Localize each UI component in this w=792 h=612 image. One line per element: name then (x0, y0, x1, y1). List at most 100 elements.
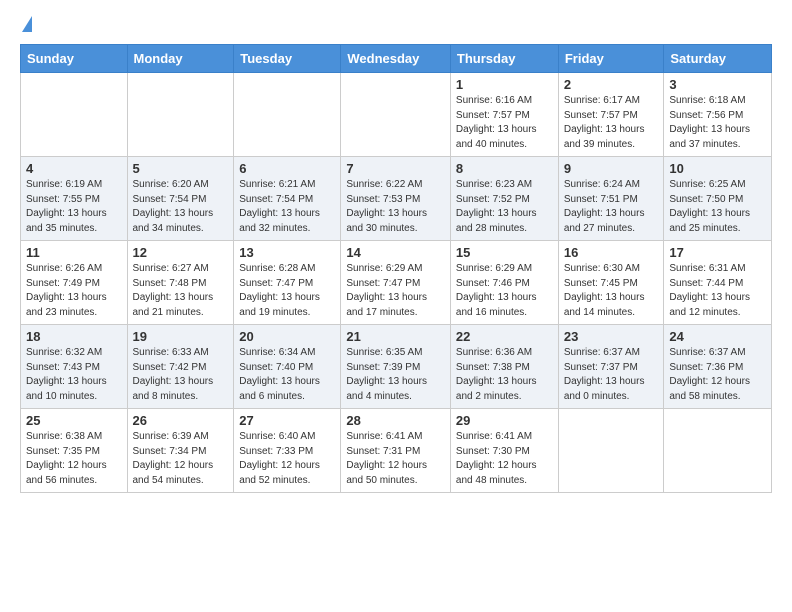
calendar-cell: 25Sunrise: 6:38 AM Sunset: 7:35 PM Dayli… (21, 409, 128, 493)
day-number: 10 (669, 161, 766, 176)
calendar-cell: 23 Sunrise: 6:37 AM Sunset: 7:37 PM Dayli… (558, 325, 664, 409)
day-info: Sunrise: 6:40 AM Sunset: 7:33 PM Dayligh… (239, 430, 335, 488)
calendar-table: SundayMondayTuesdayWednesdayThursdayFrid… (20, 44, 772, 493)
day-info: Sunrise: 6:41 AM Sunset: 7:31 PM Dayligh… (346, 430, 445, 488)
day-info: Sunrise: 6:39 AM Sunset: 7:34 PM Dayligh… (133, 430, 229, 488)
day-number: 16 (564, 245, 659, 260)
day-number: 6 (239, 161, 335, 176)
calendar-cell (341, 73, 451, 157)
day-info: Sunrise: 6:37 AM Sunset: 7:36 PM Dayligh… (669, 346, 766, 404)
day-info: Sunrise: 6:25 AM Sunset: 7:50 PM Dayligh… (669, 178, 766, 236)
calendar-cell: 21Sunrise: 6:35 AM Sunset: 7:39 PM Dayli… (341, 325, 451, 409)
day-info: Sunrise: 6:29 AM Sunset: 7:47 PM Dayligh… (346, 262, 445, 320)
day-info: Sunrise: 6:18 AM Sunset: 7:56 PM Dayligh… (669, 94, 766, 152)
day-number: 23 (564, 329, 659, 344)
week-row-3: 11 Sunrise: 6:26 AM Sunset: 7:49 PM Dayli… (21, 241, 772, 325)
calendar-cell: 17 Sunrise: 6:31 AM Sunset: 7:44 PM Dayli… (664, 241, 772, 325)
calendar-cell: 8 Sunrise: 6:23 AM Sunset: 7:52 PM Daylig… (450, 157, 558, 241)
day-info: Sunrise: 6:29 AM Sunset: 7:46 PM Dayligh… (456, 262, 553, 320)
day-info: Sunrise: 6:24 AM Sunset: 7:51 PM Dayligh… (564, 178, 659, 236)
calendar-cell: 2Sunrise: 6:17 AM Sunset: 7:57 PM Daylig… (558, 73, 664, 157)
day-info: Sunrise: 6:17 AM Sunset: 7:57 PM Dayligh… (564, 94, 659, 152)
logo-triangle-icon (22, 16, 32, 32)
week-row-4: 18 Sunrise: 6:32 AM Sunset: 7:43 PM Dayli… (21, 325, 772, 409)
calendar-cell (234, 73, 341, 157)
calendar-cell: 11 Sunrise: 6:26 AM Sunset: 7:49 PM Dayli… (21, 241, 128, 325)
calendar-cell (558, 409, 664, 493)
week-row-1: 1 Sunrise: 6:16 AM Sunset: 7:57 PM Daylig… (21, 73, 772, 157)
calendar-cell (21, 73, 128, 157)
weekday-header-monday: Monday (127, 45, 234, 73)
calendar-cell: 4Sunrise: 6:19 AM Sunset: 7:55 PM Daylig… (21, 157, 128, 241)
day-number: 19 (133, 329, 229, 344)
calendar-cell: 28 Sunrise: 6:41 AM Sunset: 7:31 PM Dayli… (341, 409, 451, 493)
calendar-cell: 27 Sunrise: 6:40 AM Sunset: 7:33 PM Dayli… (234, 409, 341, 493)
day-number: 18 (26, 329, 122, 344)
weekday-header-sunday: Sunday (21, 45, 128, 73)
day-number: 24 (669, 329, 766, 344)
calendar-cell: 7 Sunrise: 6:22 AM Sunset: 7:53 PM Daylig… (341, 157, 451, 241)
weekday-header-wednesday: Wednesday (341, 45, 451, 73)
day-info: Sunrise: 6:20 AM Sunset: 7:54 PM Dayligh… (133, 178, 229, 236)
day-info: Sunrise: 6:27 AM Sunset: 7:48 PM Dayligh… (133, 262, 229, 320)
day-number: 26 (133, 413, 229, 428)
day-number: 3 (669, 77, 766, 92)
calendar-cell: 14 Sunrise: 6:29 AM Sunset: 7:47 PM Dayli… (341, 241, 451, 325)
weekday-header-saturday: Saturday (664, 45, 772, 73)
day-info: Sunrise: 6:28 AM Sunset: 7:47 PM Dayligh… (239, 262, 335, 320)
day-number: 28 (346, 413, 445, 428)
calendar-cell: 18 Sunrise: 6:32 AM Sunset: 7:43 PM Dayli… (21, 325, 128, 409)
day-info: Sunrise: 6:31 AM Sunset: 7:44 PM Dayligh… (669, 262, 766, 320)
day-info: Sunrise: 6:26 AM Sunset: 7:49 PM Dayligh… (26, 262, 122, 320)
weekday-header-tuesday: Tuesday (234, 45, 341, 73)
day-number: 13 (239, 245, 335, 260)
calendar-cell (664, 409, 772, 493)
day-info: Sunrise: 6:30 AM Sunset: 7:45 PM Dayligh… (564, 262, 659, 320)
day-info: Sunrise: 6:36 AM Sunset: 7:38 PM Dayligh… (456, 346, 553, 404)
calendar-cell: 19Sunrise: 6:33 AM Sunset: 7:42 PM Dayli… (127, 325, 234, 409)
weekday-header-row: SundayMondayTuesdayWednesdayThursdayFrid… (21, 45, 772, 73)
calendar-cell: 22 Sunrise: 6:36 AM Sunset: 7:38 PM Dayli… (450, 325, 558, 409)
day-info: Sunrise: 6:32 AM Sunset: 7:43 PM Dayligh… (26, 346, 122, 404)
day-number: 8 (456, 161, 553, 176)
calendar-cell: 10 Sunrise: 6:25 AM Sunset: 7:50 PM Dayli… (664, 157, 772, 241)
calendar-cell: 26 Sunrise: 6:39 AM Sunset: 7:34 PM Dayli… (127, 409, 234, 493)
calendar-cell: 24 Sunrise: 6:37 AM Sunset: 7:36 PM Dayli… (664, 325, 772, 409)
header (20, 16, 772, 36)
day-info: Sunrise: 6:19 AM Sunset: 7:55 PM Dayligh… (26, 178, 122, 236)
day-number: 14 (346, 245, 445, 260)
day-info: Sunrise: 6:34 AM Sunset: 7:40 PM Dayligh… (239, 346, 335, 404)
day-number: 20 (239, 329, 335, 344)
day-info: Sunrise: 6:23 AM Sunset: 7:52 PM Dayligh… (456, 178, 553, 236)
day-number: 5 (133, 161, 229, 176)
day-number: 1 (456, 77, 553, 92)
calendar-cell: 16 Sunrise: 6:30 AM Sunset: 7:45 PM Dayli… (558, 241, 664, 325)
calendar-cell: 29Sunrise: 6:41 AM Sunset: 7:30 PM Dayli… (450, 409, 558, 493)
weekday-header-friday: Friday (558, 45, 664, 73)
logo (20, 16, 32, 36)
day-info: Sunrise: 6:21 AM Sunset: 7:54 PM Dayligh… (239, 178, 335, 236)
day-number: 22 (456, 329, 553, 344)
calendar-cell: 5 Sunrise: 6:20 AM Sunset: 7:54 PM Daylig… (127, 157, 234, 241)
calendar-cell: 12 Sunrise: 6:27 AM Sunset: 7:48 PM Dayli… (127, 241, 234, 325)
day-number: 9 (564, 161, 659, 176)
day-number: 11 (26, 245, 122, 260)
day-number: 15 (456, 245, 553, 260)
day-info: Sunrise: 6:41 AM Sunset: 7:30 PM Dayligh… (456, 430, 553, 488)
calendar-cell: 1 Sunrise: 6:16 AM Sunset: 7:57 PM Daylig… (450, 73, 558, 157)
calendar-cell: 9 Sunrise: 6:24 AM Sunset: 7:51 PM Daylig… (558, 157, 664, 241)
day-number: 17 (669, 245, 766, 260)
day-number: 25 (26, 413, 122, 428)
day-number: 12 (133, 245, 229, 260)
week-row-5: 25Sunrise: 6:38 AM Sunset: 7:35 PM Dayli… (21, 409, 772, 493)
calendar-cell: 6 Sunrise: 6:21 AM Sunset: 7:54 PM Daylig… (234, 157, 341, 241)
day-number: 7 (346, 161, 445, 176)
day-info: Sunrise: 6:22 AM Sunset: 7:53 PM Dayligh… (346, 178, 445, 236)
calendar-cell: 15 Sunrise: 6:29 AM Sunset: 7:46 PM Dayli… (450, 241, 558, 325)
calendar-cell (127, 73, 234, 157)
day-number: 27 (239, 413, 335, 428)
day-info: Sunrise: 6:16 AM Sunset: 7:57 PM Dayligh… (456, 94, 553, 152)
calendar-cell: 3 Sunrise: 6:18 AM Sunset: 7:56 PM Daylig… (664, 73, 772, 157)
calendar-cell: 20 Sunrise: 6:34 AM Sunset: 7:40 PM Dayli… (234, 325, 341, 409)
day-info: Sunrise: 6:37 AM Sunset: 7:37 PM Dayligh… (564, 346, 659, 404)
